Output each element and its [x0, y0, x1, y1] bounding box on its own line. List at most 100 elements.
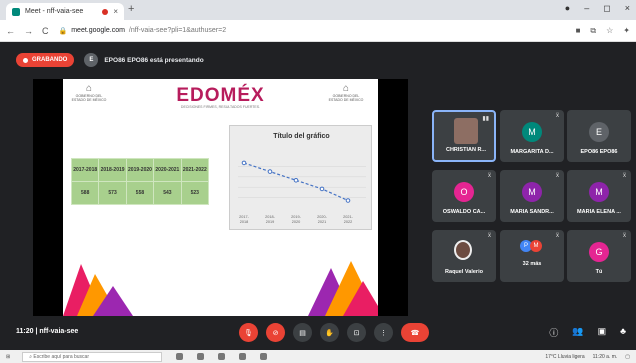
extension-icon[interactable]: ✦	[623, 26, 630, 36]
camera-off-icon: ⊘	[272, 329, 279, 337]
line-chart: Título del gráfico 2017- 2018 2018- 2019 201…	[229, 125, 372, 230]
more-count: 32 más	[522, 261, 542, 267]
participant-name: CHRISTIAN R...	[445, 147, 487, 153]
side-controls: ⓘ 👥 ▣ ♣	[549, 326, 626, 339]
chart-tick-label: 2021	[318, 220, 326, 224]
participant-tile[interactable]: ẍ M MARGARITA D...	[500, 110, 564, 162]
activities-icon[interactable]: ♣	[620, 326, 626, 339]
forward-icon[interactable]: →	[24, 26, 33, 36]
more-participants-tile[interactable]: ẍ P M 32 más	[500, 230, 564, 282]
windows-start-icon[interactable]: ⊞	[6, 354, 10, 360]
star-icon[interactable]: ☆	[606, 26, 613, 36]
browser-tab[interactable]: Meet - nff-vaia-see ×	[6, 3, 124, 20]
close-window-button[interactable]: ×	[625, 3, 630, 14]
table-cell: 588	[70, 181, 100, 205]
chart-tick-label: 2018	[240, 220, 248, 224]
self-tile[interactable]: ẍ G Tú	[567, 230, 631, 282]
back-icon[interactable]: ←	[6, 26, 15, 36]
speaking-icon: ▮▮	[482, 116, 489, 122]
edge-icon[interactable]	[197, 353, 205, 360]
recording-label: GRABANDO	[32, 57, 68, 63]
chrome-icon[interactable]	[239, 353, 247, 360]
chart-tick-label: 2022	[344, 220, 352, 224]
word-icon[interactable]	[260, 353, 268, 360]
participant-name: MARIA ELENA ...	[577, 209, 621, 215]
chat-icon[interactable]: ▣	[598, 326, 607, 339]
mic-off-icon: 🎙	[244, 329, 253, 337]
table-cell: 573	[98, 181, 127, 205]
browser-toolbar: ← → C 🔒 meet.google.com/nff-vaia-see?pli…	[0, 20, 636, 42]
tab-title: Meet - nff-vaia-see	[25, 8, 84, 15]
address-bar[interactable]: 🔒 meet.google.com/nff-vaia-see?pli=1&aut…	[59, 27, 227, 35]
meet-top-bar: GRABANDO E EPO86 EPO86 está presentando	[0, 48, 636, 72]
captions-button[interactable]: ▤	[293, 323, 312, 342]
slide-header: ⌂ GOBIERNO DEL ESTADO DE MÉXICO EDOMÉX ⌂ G…	[63, 79, 378, 113]
table-cell: 558	[125, 181, 155, 205]
os-taskbar: ⊞ ⌕ Escribe aquí para buscar 17°C Lluvia…	[0, 350, 636, 363]
task-view-icon[interactable]	[176, 353, 184, 360]
participant-avatar: M	[522, 122, 542, 142]
crest-right: ⌂ GOBIERNO DEL ESTADO DE MÉXICO	[326, 83, 366, 102]
slide: ⌂ GOBIERNO DEL ESTADO DE MÉXICO EDOMÉX ⌂ G…	[63, 79, 378, 316]
minimize-button[interactable]: –	[584, 3, 589, 14]
search-placeholder: Escribe aquí para buscar	[33, 353, 89, 360]
participant-name: Tú	[595, 269, 603, 275]
hang-up-button[interactable]: ☎	[401, 323, 429, 342]
chart-point	[293, 177, 299, 183]
participant-tile[interactable]: E EPO86 EPO86	[567, 110, 631, 162]
government-seal-icon: ⌂	[342, 83, 350, 94]
window-controls: ● – ◻ ×	[565, 3, 630, 14]
participant-tile[interactable]: ẍ M MARIA SANDR...	[500, 170, 564, 222]
meet-bottom-bar: 11:20 | nff-vaia-see 🎙 ⊘ ▤ ✋ ⊡ ⋮ ☎ ⓘ 👥 ▣…	[0, 318, 636, 350]
participant-tile[interactable]: ẍ O OSWALDO CA...	[432, 170, 496, 222]
participant-avatar: M	[589, 182, 609, 202]
meet-favicon-icon	[12, 7, 20, 16]
mic-off-icon: ẍ	[488, 233, 491, 239]
participant-avatar: E	[589, 122, 609, 142]
lock-icon: 🔒	[58, 27, 68, 35]
chart-tick-label: 2017-	[239, 215, 249, 219]
profile-icon[interactable]: ●	[565, 3, 570, 14]
clock: 11:20 a. m.	[592, 353, 618, 360]
more-options-button[interactable]: ⋮	[374, 323, 393, 342]
url-path: /nff-vaia-see?pli=1&authuser=2	[128, 27, 227, 34]
new-tab-button[interactable]: +	[128, 3, 134, 15]
maximize-button[interactable]: ◻	[603, 3, 610, 14]
camera-toggle-button[interactable]: ⊘	[266, 323, 285, 342]
share-icon[interactable]: ⧉	[590, 26, 596, 36]
presenting-banner: E EPO86 EPO86 está presentando	[84, 53, 204, 67]
chart-tick-label: 2020	[292, 220, 300, 224]
raise-hand-button[interactable]: ✋	[320, 323, 339, 342]
participant-tile[interactable]: ẍ M MARIA ELENA ...	[567, 170, 631, 222]
participant-tile[interactable]: ▮▮ CHRISTIAN R...	[432, 110, 496, 162]
participant-grid: ▮▮ CHRISTIAN R... ẍ M MARGARITA D... E E…	[430, 108, 631, 298]
people-icon[interactable]: 👥	[572, 326, 583, 339]
notifications-icon[interactable]: ▢	[625, 354, 630, 360]
reload-icon[interactable]: C	[42, 26, 49, 36]
url-host: meet.google.com	[71, 27, 125, 34]
more-vert-icon: ⋮	[380, 329, 387, 337]
meeting-code: nff-vaia-see	[39, 328, 79, 335]
participant-tile[interactable]: ẍ Raquel Valerio	[432, 230, 496, 282]
enrollment-table: 2017-2018 2018-2019 2019-2020 2020-2021 …	[70, 158, 210, 205]
participant-name: MARIA SANDR...	[510, 209, 554, 215]
chart-point	[319, 186, 325, 192]
tab-close-icon[interactable]: ×	[113, 7, 118, 16]
table-cell: 523	[180, 181, 210, 205]
mic-toggle-button[interactable]: 🎙	[239, 323, 258, 342]
participant-name: OSWALDO CA...	[442, 209, 486, 215]
captions-icon: ▤	[299, 329, 306, 337]
camera-icon[interactable]: ■	[576, 26, 581, 36]
explorer-icon[interactable]	[218, 353, 226, 360]
participant-avatar: M	[522, 182, 542, 202]
recording-badge[interactable]: GRABANDO	[16, 53, 75, 67]
participant-name: Raquel Valerio	[445, 269, 483, 275]
info-icon[interactable]: ⓘ	[549, 326, 558, 339]
system-tray: 17°C Lluvia ligera 11:20 a. m. ▢	[545, 354, 630, 360]
table-header: 2021-2022	[180, 158, 210, 182]
taskbar-search[interactable]: ⌕ Escribe aquí para buscar	[22, 351, 163, 362]
participant-avatar: O	[454, 182, 474, 202]
present-button[interactable]: ⊡	[347, 323, 366, 342]
presentation-area[interactable]: ⌂ GOBIERNO DEL ESTADO DE MÉXICO EDOMÉX ⌂ G…	[33, 79, 408, 316]
presenter-avatar: E	[84, 53, 99, 67]
